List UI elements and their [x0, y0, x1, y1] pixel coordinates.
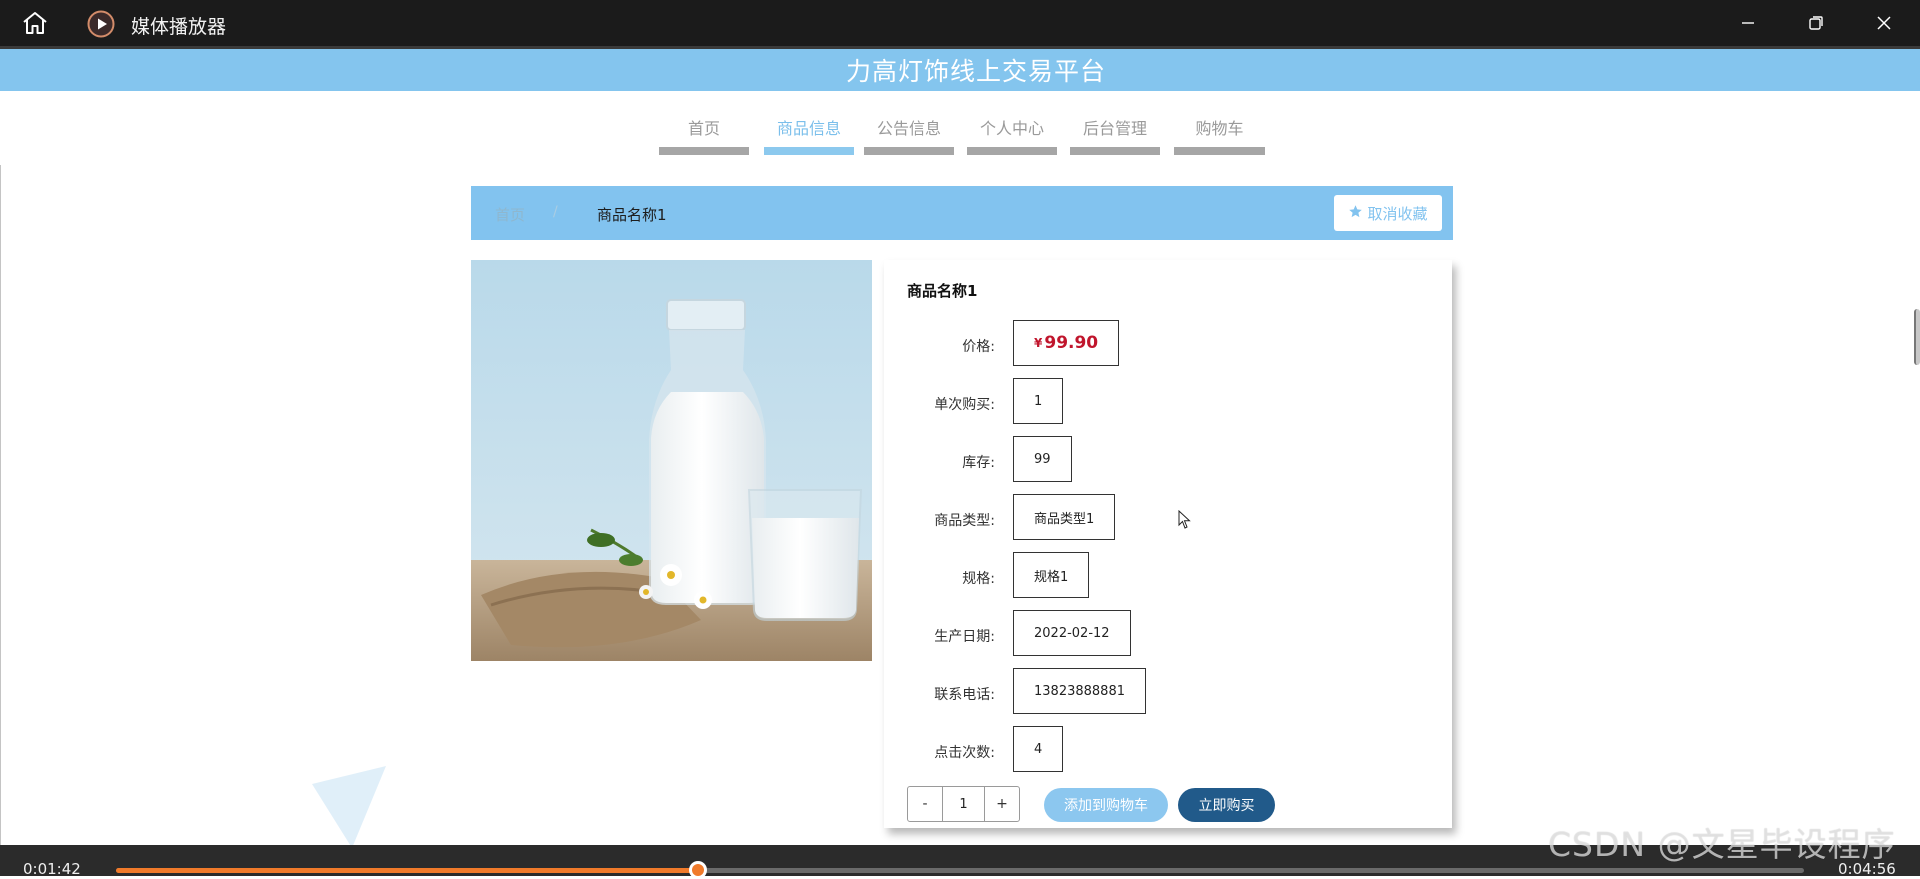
player-title: 媒体播放器 [131, 16, 227, 38]
production-date-value: 2022-02-12 [1013, 610, 1131, 656]
stock-label: 库存: [962, 455, 995, 471]
click-count-label: 点击次数: [934, 745, 995, 761]
seek-bar[interactable] [116, 861, 1804, 879]
home-icon[interactable] [20, 10, 50, 36]
price-value: ¥ 99.90 [1013, 320, 1120, 366]
nav-item-products[interactable]: 商品信息 [764, 110, 854, 155]
price-label: 价格: [962, 339, 995, 355]
player-titlebar: 媒体播放器 [0, 0, 1920, 46]
nav-item-announcements[interactable]: 公告信息 [864, 110, 954, 155]
breadcrumb-separator: / [553, 204, 558, 220]
unfavorite-button[interactable]: 取消收藏 [1334, 195, 1442, 231]
seek-thumb[interactable] [688, 861, 707, 879]
product-type-label: 商品类型: [934, 513, 995, 529]
stock-value: 99 [1013, 436, 1072, 482]
unfavorite-label: 取消收藏 [1367, 204, 1428, 223]
product-image [471, 260, 872, 661]
per-purchase-label: 单次购买: [934, 397, 995, 413]
close-button[interactable] [1850, 0, 1918, 46]
breadcrumb-current: 商品名称1 [597, 206, 667, 224]
decorative-triangle-icon [310, 764, 390, 850]
main-nav: 首页 商品信息 公告信息 个人中心 后台管理 购物车 [0, 110, 1920, 158]
breadcrumb-home-link[interactable]: 首页 [495, 204, 525, 225]
spec-value: 规格1 [1013, 552, 1090, 598]
quantity-decrease-button[interactable]: - [908, 787, 942, 821]
minimize-button[interactable] [1714, 0, 1782, 46]
per-purchase-value: 1 [1013, 378, 1064, 424]
contact-phone-label: 联系电话: [934, 687, 995, 703]
product-type-value: 商品类型1 [1013, 494, 1116, 540]
breadcrumb: 首页 / 商品名称1 取消收藏 [471, 186, 1453, 240]
price-amount: 99.90 [1044, 333, 1099, 353]
spec-label: 规格: [962, 571, 995, 587]
current-time: 0:01:42 [23, 860, 81, 878]
page-scrollbar-thumb[interactable] [1914, 309, 1920, 365]
restore-button[interactable] [1782, 0, 1850, 46]
media-player-app-icon [87, 10, 115, 38]
star-icon [1348, 204, 1363, 223]
currency-symbol: ¥ [1034, 336, 1043, 350]
mouse-cursor-icon [1178, 509, 1192, 530]
site-header: 力高灯饰线上交易平台 [0, 49, 1920, 91]
nav-item-admin[interactable]: 后台管理 [1070, 110, 1160, 155]
page-left-border [0, 165, 1, 845]
click-count-value: 4 [1013, 726, 1064, 772]
quantity-increase-button[interactable]: + [985, 787, 1019, 821]
nav-item-personal-center[interactable]: 个人中心 [967, 110, 1057, 155]
contact-phone-value: 13823888881 [1013, 668, 1146, 714]
buy-now-button[interactable]: 立即购买 [1178, 788, 1275, 822]
product-detail-card: 商品名称1 价格: ¥ 99.90 单次购买: 1 库存: 99 商品类型: 商… [884, 260, 1452, 828]
nav-item-home[interactable]: 首页 [659, 110, 749, 155]
add-to-cart-button[interactable]: 添加到购物车 [1044, 788, 1168, 822]
quantity-stepper: - 1 + [907, 786, 1020, 822]
product-name: 商品名称1 [907, 282, 978, 300]
quantity-input[interactable]: 1 [942, 787, 985, 821]
site-title: 力高灯饰线上交易平台 [845, 57, 1106, 86]
watermark-text: CSDN @文星毕设程序 [1548, 825, 1896, 864]
nav-item-cart[interactable]: 购物车 [1174, 110, 1265, 155]
seek-progress [116, 868, 698, 873]
production-date-label: 生产日期: [934, 629, 995, 645]
